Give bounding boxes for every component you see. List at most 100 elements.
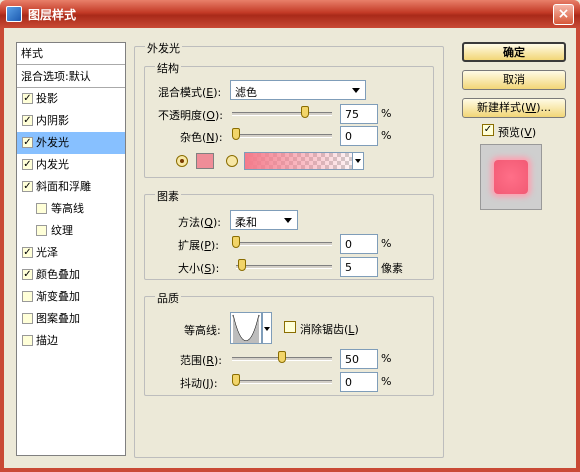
sidebar-item-label: 等高线 (51, 202, 84, 215)
range-suffix: ): (213, 354, 222, 367)
close-button[interactable]: × (553, 4, 574, 25)
spread-slider[interactable] (232, 236, 332, 248)
range-input[interactable]: 50 (340, 349, 378, 369)
noise-slider[interactable] (232, 128, 332, 140)
sidebar-item[interactable]: ✓ 内阴影 (17, 110, 125, 132)
new-style-button[interactable]: 新建样式(W)... (462, 98, 566, 118)
contour-dropdown-icon[interactable] (262, 312, 272, 344)
range-slider-thumb[interactable] (278, 351, 286, 363)
antialias-suffix: ) (354, 323, 359, 336)
sidebar-item[interactable]: ✓ 投影 (17, 88, 125, 110)
sidebar-item[interactable]: 渐变叠加 (17, 286, 125, 308)
gradient-dropdown-icon[interactable] (352, 152, 364, 170)
method-select[interactable]: 柔和 (230, 210, 298, 230)
size-input[interactable]: 5 (340, 257, 378, 277)
sidebar-item-checkbox[interactable]: ✓ (22, 93, 33, 104)
opacity-key: O (206, 109, 215, 122)
method-suffix: ): (212, 216, 221, 229)
sidebar-item[interactable]: ✓ 外发光 (17, 132, 125, 154)
size-label-text: 大小( (178, 262, 205, 275)
sidebar-item-checkbox[interactable]: ✓ (22, 269, 33, 280)
method-label: 方法(Q): (178, 214, 221, 230)
range-unit: % (381, 352, 392, 365)
quality-title: 品质 (155, 290, 181, 306)
opacity-unit: % (381, 107, 392, 120)
sidebar-item-checkbox[interactable] (36, 225, 47, 236)
sidebar-item-checkbox[interactable] (22, 335, 33, 346)
sidebar-item-checkbox[interactable] (22, 313, 33, 324)
gradient-radio[interactable] (226, 155, 238, 167)
sidebar-item-label: 纹理 (51, 224, 73, 237)
jitter-unit: % (381, 375, 392, 388)
contour-picker[interactable] (230, 312, 262, 344)
blend-mode-suffix: ): (213, 86, 222, 99)
sidebar-item-label: 光泽 (36, 246, 58, 259)
range-value: 50 (345, 353, 359, 366)
spread-unit: % (381, 237, 392, 250)
blend-mode-label-text: 混合模式( (158, 86, 207, 99)
noise-input[interactable]: 0 (340, 126, 378, 146)
jitter-input[interactable]: 0 (340, 372, 378, 392)
spread-suffix: ): (210, 239, 219, 252)
jitter-value: 0 (345, 376, 352, 389)
sidebar-item[interactable]: 图案叠加 (17, 308, 125, 330)
sidebar-item[interactable]: ✓ 内发光 (17, 154, 125, 176)
glow-gradient-picker[interactable] (244, 152, 362, 170)
range-label-text: 范围( (180, 354, 207, 367)
solid-color-radio[interactable] (176, 155, 188, 167)
spread-slider-thumb[interactable] (232, 236, 240, 248)
noise-key: N (206, 131, 215, 144)
styles-header[interactable]: 样式 (17, 43, 125, 65)
sidebar-item-checkbox[interactable]: ✓ (22, 115, 33, 126)
sidebar-item[interactable]: ✓ 斜面和浮雕 (17, 176, 125, 198)
preview-label-text: 预览( (498, 126, 525, 139)
sidebar-item-checkbox[interactable] (22, 291, 33, 302)
new-style-suffix: )... (536, 101, 551, 114)
preview-checkbox[interactable]: ✓ (482, 124, 494, 136)
new-style-key: W (525, 101, 537, 114)
size-slider-thumb[interactable] (238, 259, 246, 271)
sidebar-item-checkbox[interactable]: ✓ (22, 247, 33, 258)
opacity-input[interactable]: 75 (340, 104, 378, 124)
noise-unit: % (381, 129, 392, 142)
noise-label: 杂色(N): (180, 129, 223, 145)
range-slider[interactable] (232, 351, 332, 363)
title-bar[interactable]: 图层样式 × (0, 0, 580, 28)
sidebar-item-checkbox[interactable] (36, 203, 47, 214)
jitter-slider[interactable] (232, 374, 332, 386)
sidebar-item-checkbox[interactable]: ✓ (22, 137, 33, 148)
antialias-checkbox[interactable] (284, 321, 296, 333)
sidebar-item[interactable]: ✓ 光泽 (17, 242, 125, 264)
glow-color-swatch[interactable] (196, 153, 214, 169)
sidebar-item[interactable]: ✓ 颜色叠加 (17, 264, 125, 286)
sidebar-item-label: 投影 (36, 92, 58, 105)
sidebar-item-checkbox[interactable]: ✓ (22, 181, 33, 192)
styles-list: 样式 混合选项:默认 ✓ 投影 ✓ 内阴影 ✓ 外发光 ✓ 内发光 ✓ 斜面和浮雕 等高线 纹理 ✓ 光泽… (16, 42, 126, 456)
size-suffix: ): (211, 262, 220, 275)
preview-key: V (524, 126, 532, 139)
cancel-button[interactable]: 取消 (462, 70, 566, 90)
blend-options-item[interactable]: 混合选项:默认 (17, 66, 125, 88)
blend-mode-select[interactable]: 滤色 (230, 80, 366, 100)
preview-swatch (494, 160, 528, 194)
sidebar-item[interactable]: 描边 (17, 330, 125, 352)
structure-title: 结构 (155, 60, 181, 76)
size-label: 大小(S): (178, 260, 219, 276)
sidebar-item-label: 颜色叠加 (36, 268, 80, 281)
spread-input[interactable]: 0 (340, 234, 378, 254)
app-icon (6, 6, 22, 22)
size-slider[interactable] (236, 259, 332, 271)
panel-title: 外发光 (145, 40, 182, 56)
ok-button[interactable]: 确定 (462, 42, 566, 62)
sidebar-item-checkbox[interactable]: ✓ (22, 159, 33, 170)
jitter-slider-thumb[interactable] (232, 374, 240, 386)
spread-value: 0 (345, 238, 352, 251)
jitter-label: 抖动(J): (180, 375, 218, 391)
opacity-slider[interactable] (232, 106, 332, 118)
noise-slider-thumb[interactable] (232, 128, 240, 140)
sidebar-item[interactable]: 纹理 (17, 220, 125, 242)
opacity-slider-thumb[interactable] (301, 106, 309, 118)
sidebar-item-label: 内发光 (36, 158, 69, 171)
sidebar-item[interactable]: 等高线 (17, 198, 125, 220)
sidebar-item-label: 内阴影 (36, 114, 69, 127)
